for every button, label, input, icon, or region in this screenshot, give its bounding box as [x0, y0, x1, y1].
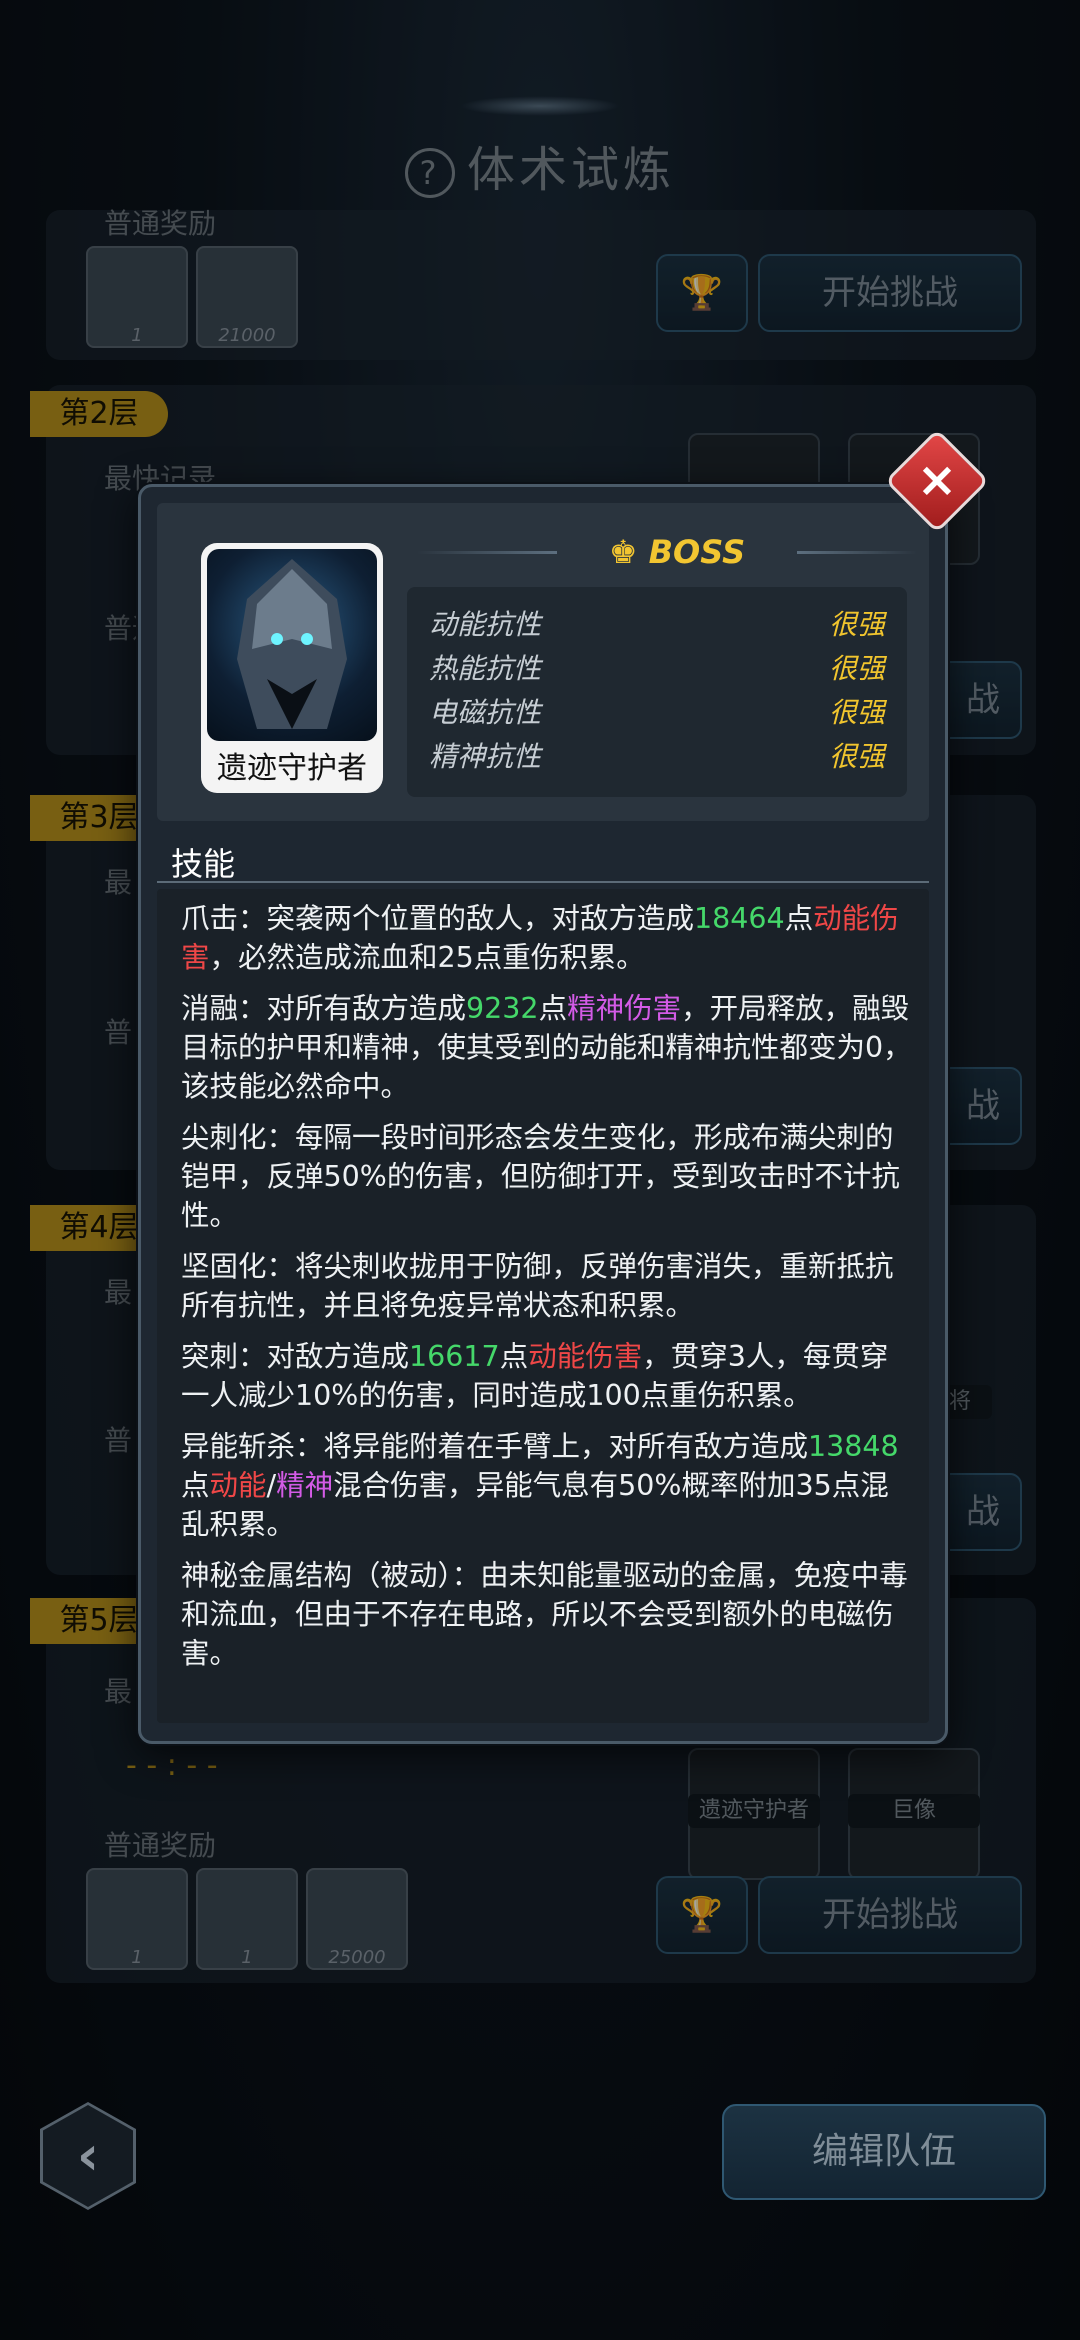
- boss-crown-icon: ♚: [608, 533, 638, 571]
- resistance-list: 动能抗性 很强 热能抗性 很强 电磁抗性 很强 精神抗性 很强: [407, 587, 907, 797]
- skill-entry: 异能斩杀：将异能附着在手臂上，对所有敌方造成13848点动能/精神混合伤害，异能…: [181, 1430, 899, 1541]
- resistance-row: 热能抗性 很强: [429, 652, 885, 685]
- boss-header-line-left: [417, 551, 557, 554]
- skills-title: 技能: [171, 845, 236, 883]
- skill-entry: 神秘金属结构（被动）：由未知能量驱动的金属，免疫中毒和流血，但由于不存在电路，所…: [181, 1559, 908, 1670]
- boss-summary-panel: 遗迹守护者 ♚ BOSS 动能抗性 很强 热能抗性 很强 电磁抗性 很强 精神抗性 很强: [157, 503, 929, 821]
- skill-entry: 消融：对所有敌方造成9232点精神伤害，开局释放，融毁目标的护甲和精神，使其受到…: [181, 992, 912, 1103]
- skill-entry: 尖刺化：每隔一段时间形态会发生变化，形成布满尖刺的铠甲，反弹50%的伤害，但防御…: [181, 1121, 900, 1232]
- boss-info-modal: 遗迹守护者 ♚ BOSS 动能抗性 很强 热能抗性 很强 电磁抗性 很强 精神抗性 很强…: [138, 484, 948, 1744]
- skills-list[interactable]: 爪击：突袭两个位置的敌人，对敌方造成18464点动能伤害，必然造成流血和25点重…: [157, 889, 929, 1723]
- boss-header: ♚ BOSS: [557, 533, 797, 571]
- resistance-row: 动能抗性 很强: [429, 608, 885, 641]
- skill-entry: 突刺：对敌方造成16617点动能伤害，贯穿3人，每贯穿一人减少10%的伤害，同时…: [181, 1340, 889, 1412]
- boss-name: 遗迹守护者: [217, 751, 367, 786]
- boss-label: BOSS: [648, 533, 746, 571]
- skills-divider: [157, 881, 929, 883]
- resistance-row: 电磁抗性 很强: [429, 696, 885, 729]
- resistance-row: 精神抗性 很强: [429, 740, 885, 773]
- boss-portrait: 遗迹守护者: [201, 543, 383, 793]
- skill-entry: 爪击：突袭两个位置的敌人，对敌方造成18464点动能伤害，必然造成流血和25点重…: [181, 902, 899, 974]
- boss-header-line-right: [797, 551, 917, 554]
- back-arrow-icon: ‹: [43, 2105, 133, 2207]
- edit-team-button[interactable]: 编辑队伍: [722, 2104, 1046, 2200]
- boss-portrait-image: [207, 549, 377, 741]
- skill-entry: 坚固化：将尖刺收拢用于防御，反弹伤害消失，重新抵抗所有抗性，并且将免疫异常状态和…: [181, 1250, 894, 1322]
- boss-portrait-art: [237, 559, 347, 729]
- close-icon: ×: [916, 452, 958, 508]
